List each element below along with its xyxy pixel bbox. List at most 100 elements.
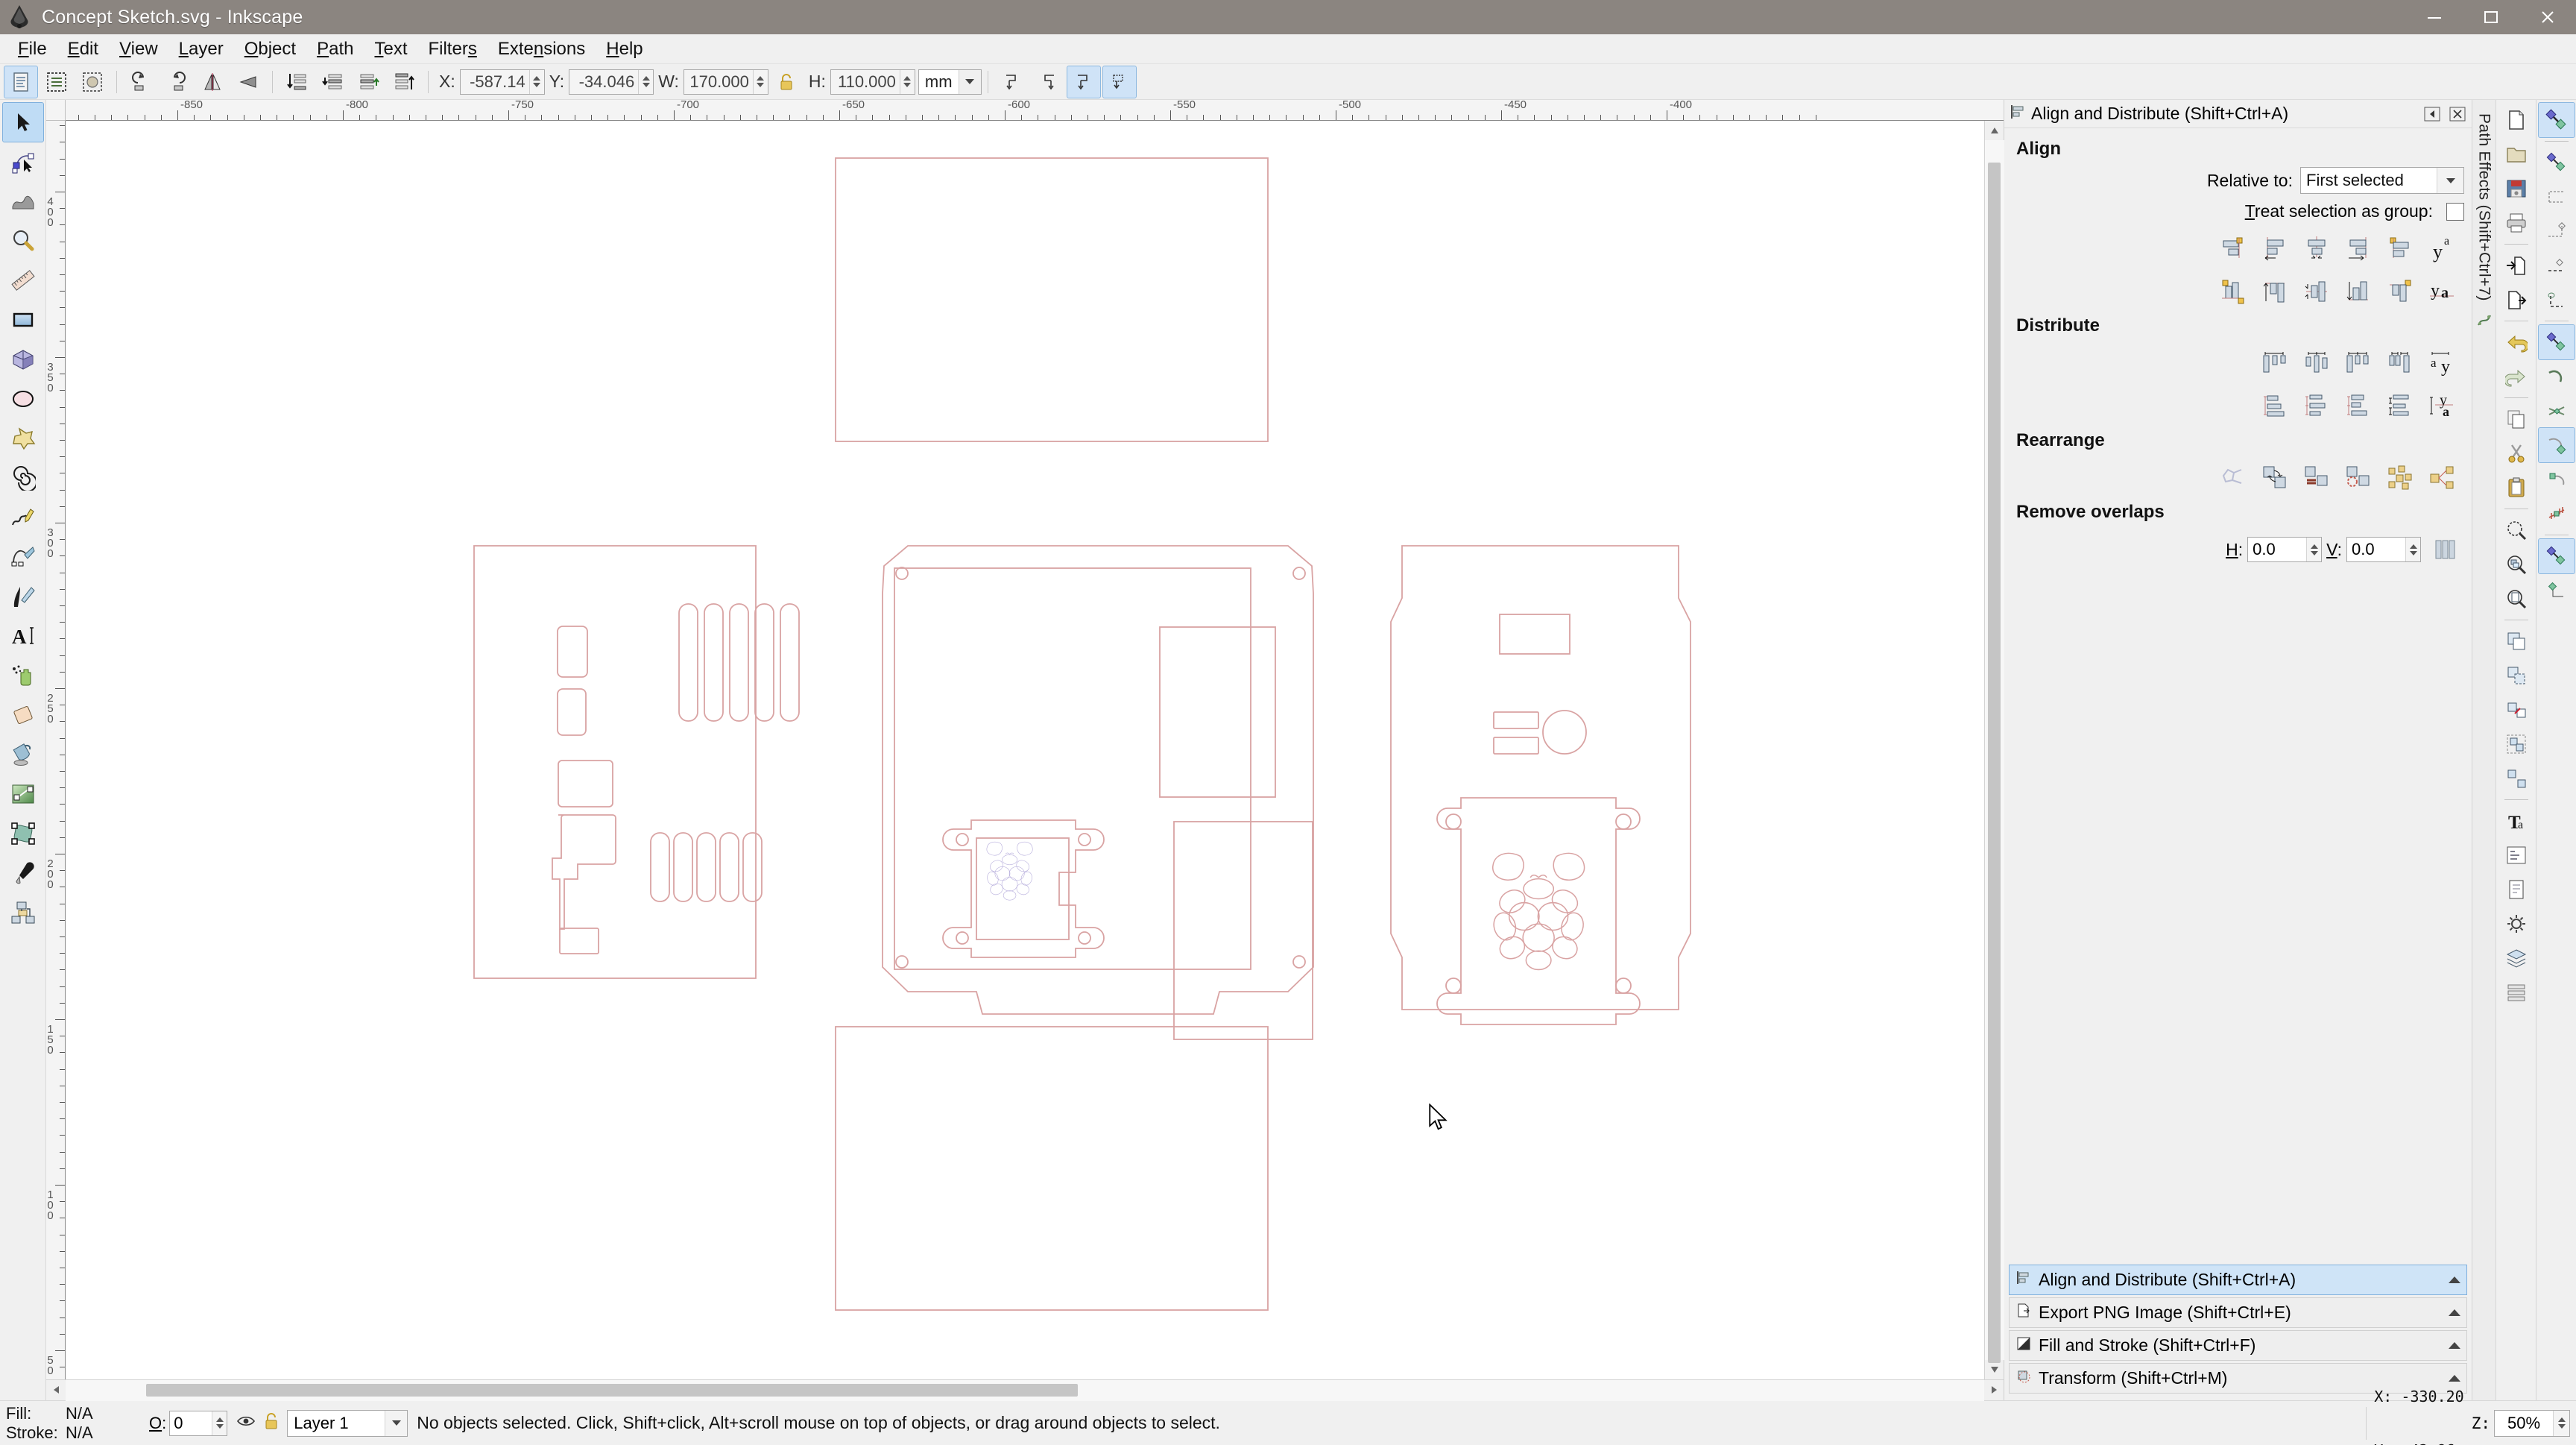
menu-file[interactable]: File: [7, 38, 57, 60]
gradient-tool[interactable]: [3, 775, 43, 813]
layers-dialog-icon[interactable]: [2498, 941, 2534, 975]
vscroll-thumb[interactable]: [1987, 163, 2001, 1363]
x-field[interactable]: [459, 69, 545, 95]
save-document-icon[interactable]: [2498, 171, 2534, 206]
distribute-text-baselines-icon[interactable]: y a: [2422, 387, 2461, 426]
layer-select[interactable]: Layer 1: [287, 1409, 408, 1437]
y-input[interactable]: [569, 69, 639, 94]
snap-bbox-edges-icon[interactable]: [2539, 180, 2575, 214]
selector-tool[interactable]: [1, 102, 44, 142]
lower-icon[interactable]: [316, 66, 349, 98]
zoom-page-icon[interactable]: [2498, 582, 2534, 616]
close-button[interactable]: [2519, 0, 2576, 34]
snap-bbox-corners-icon[interactable]: [2539, 214, 2575, 248]
remove-overlaps-apply-icon[interactable]: [2425, 530, 2464, 569]
collapse-arrow-icon[interactable]: [2449, 1276, 2460, 1283]
units-select[interactable]: mm: [918, 69, 982, 95]
scroll-right-button[interactable]: [1984, 1380, 2004, 1400]
y-field[interactable]: [569, 69, 654, 95]
preferences-icon[interactable]: [2498, 907, 2534, 941]
eraser-tool[interactable]: [3, 696, 43, 734]
rotate-ccw-icon[interactable]: [124, 66, 157, 98]
flip-horizontal-icon[interactable]: [196, 66, 229, 98]
text-and-font-icon[interactable]: Ta: [2498, 804, 2534, 838]
snap-to-nodes-icon[interactable]: [2537, 427, 2575, 463]
scroll-left-button[interactable]: [46, 1380, 66, 1400]
deselect-icon[interactable]: [76, 66, 109, 98]
zoom-tool[interactable]: [3, 221, 43, 260]
align-text-anchors-horizontally-icon[interactable]: a y: [2422, 229, 2461, 268]
select-all-icon[interactable]: [4, 65, 38, 98]
paint-bucket-tool[interactable]: [3, 735, 43, 774]
ruler-corner[interactable]: [46, 100, 66, 121]
chevron-down-icon[interactable]: [385, 1410, 408, 1436]
vertical-scrollbar[interactable]: [1984, 121, 2004, 1379]
eye-icon[interactable]: [236, 1413, 256, 1434]
maximize-button[interactable]: [2463, 0, 2519, 34]
distribute-text-anchors-horizontally-icon[interactable]: a y: [2422, 344, 2461, 382]
distribute-vertical-gaps-icon[interactable]: [2381, 387, 2419, 426]
scroll-up-button[interactable]: [1984, 121, 2004, 140]
snap-path-intersections-icon[interactable]: [2539, 394, 2575, 428]
zoom-spinner[interactable]: [2553, 1410, 2569, 1436]
center-on-vertical-axis-icon[interactable]: [2297, 229, 2336, 268]
align-bottom-edges-icon[interactable]: [2339, 272, 2378, 311]
calligraphy-tool[interactable]: [3, 577, 43, 616]
exchange-positions-zorder-icon[interactable]: [2297, 459, 2336, 497]
ungroup-icon[interactable]: [2498, 761, 2534, 796]
distribute-top-edges-equidistantly-icon[interactable]: [2255, 387, 2294, 426]
hscroll-thumb[interactable]: [146, 1384, 1078, 1397]
zoom-input[interactable]: [2495, 1410, 2553, 1436]
snap-nodes-paths-handles-icon[interactable]: [2537, 324, 2575, 360]
raise-icon[interactable]: [352, 66, 385, 98]
new-document-icon[interactable]: [2498, 103, 2534, 137]
dialog-item-align-distribute[interactable]: Align and Distribute (Shift+Ctrl+A): [2009, 1265, 2467, 1295]
drawing-canvas[interactable]: [66, 121, 1984, 1379]
overlap-h-field[interactable]: [2247, 537, 2323, 562]
w-field[interactable]: [683, 69, 768, 95]
unlink-clone-icon[interactable]: [2498, 693, 2534, 727]
align-text-baselines-icon[interactable]: y a: [2422, 272, 2461, 311]
w-input[interactable]: [684, 69, 753, 94]
h-input[interactable]: [830, 69, 900, 94]
close-panel-icon[interactable]: [2448, 105, 2467, 123]
distribute-left-edges-equidistantly-icon[interactable]: [2255, 344, 2294, 382]
clone-icon[interactable]: [2498, 658, 2534, 693]
overlap-v-field[interactable]: [2346, 537, 2421, 562]
star-tool[interactable]: [3, 419, 43, 458]
graph-layout-icon[interactable]: [2214, 459, 2253, 497]
randomize-positions-icon[interactable]: [2381, 459, 2419, 497]
measure-tool[interactable]: [3, 261, 43, 300]
hscroll-track[interactable]: [66, 1380, 1984, 1401]
menu-text[interactable]: Text: [364, 38, 417, 60]
vscroll-track[interactable]: [1984, 140, 2004, 1363]
spray-tool[interactable]: [3, 656, 43, 695]
menu-extensions[interactable]: Extensions: [487, 38, 596, 60]
distribute-bottom-edges-equidistantly-icon[interactable]: [2339, 387, 2378, 426]
rotate-cw-icon[interactable]: [160, 66, 193, 98]
snap-to-paths-icon[interactable]: [2539, 359, 2575, 394]
menu-filters[interactable]: Filters: [417, 38, 487, 60]
dropper-tool[interactable]: [3, 854, 43, 892]
collapse-panel-icon[interactable]: [2422, 105, 2442, 123]
minimize-button[interactable]: [2406, 0, 2463, 34]
print-document-icon[interactable]: [2498, 206, 2534, 240]
distribute-horizontal-gaps-icon[interactable]: [2381, 344, 2419, 382]
overlap-v-spinner[interactable]: [2405, 538, 2420, 561]
fill-stroke-indicator[interactable]: Fill: N/A Stroke: N/A: [0, 1404, 149, 1443]
snap-object-centers-icon[interactable]: [2539, 573, 2575, 608]
box3d-tool[interactable]: [3, 340, 43, 379]
tab-path-effects[interactable]: Path Effects (Shift+Ctrl+7): [2472, 107, 2496, 307]
horizontal-ruler[interactable]: -850 -800 -750 -700 -650 -600 -550 -500 -450 -400: [66, 100, 2004, 121]
document-properties-icon[interactable]: [2498, 872, 2534, 907]
open-document-icon[interactable]: [2498, 137, 2534, 171]
menu-path[interactable]: Path: [306, 38, 364, 60]
xml-editor-icon[interactable]: [2498, 838, 2534, 872]
objects-dialog-icon[interactable]: [2498, 975, 2534, 1010]
snap-others-icon[interactable]: [2537, 538, 2575, 574]
undo-icon[interactable]: [2498, 325, 2534, 359]
affect-patterns-icon[interactable]: [1102, 65, 1137, 98]
affect-stroke-width-icon[interactable]: [996, 66, 1029, 98]
overlap-v-input[interactable]: [2347, 538, 2405, 561]
lower-to-bottom-icon[interactable]: [280, 66, 313, 98]
